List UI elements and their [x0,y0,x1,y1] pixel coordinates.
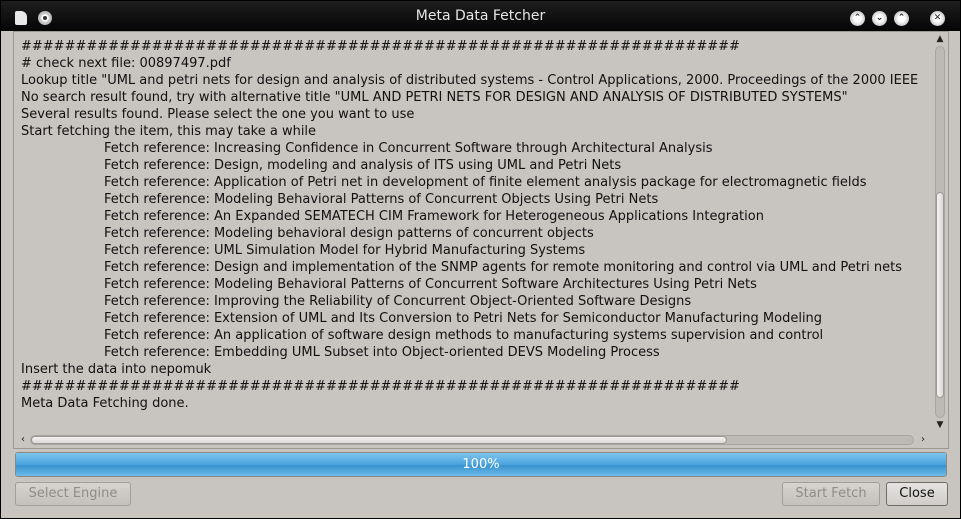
log-line: Fetch reference: Modeling behavioral des… [104,226,594,241]
start-fetch-button[interactable]: Start Fetch [782,482,880,506]
horizontal-scrollbar[interactable]: ‹ › [14,432,932,448]
log-text-area[interactable]: ########################################… [21,32,929,431]
close-icon[interactable]: ✕ [930,11,945,26]
log-line: Fetch reference: Application of Petri ne… [104,175,867,190]
scroll-up-icon[interactable]: ▲ [932,32,948,46]
vertical-scrollbar[interactable]: ▲ ▼ [932,32,948,434]
log-line: Fetch reference: Modeling Behavioral Pat… [104,192,659,207]
log-line: # check next file: 00897497.pdf [21,56,231,71]
log-line: Fetch reference: Increasing Confidence i… [104,141,713,156]
horizontal-scroll-thumb[interactable] [31,436,727,444]
scroll-right-icon[interactable]: › [916,432,930,448]
maximize-icon[interactable]: ⌃ [894,11,909,26]
log-line: Fetch reference: Extension of UML and It… [104,311,823,326]
log-line: Start fetching the item, this may take a… [21,124,317,139]
scroll-down-icon[interactable]: ▼ [932,418,948,432]
log-line: Fetch reference: Improving the Reliabili… [104,294,692,309]
log-line: Fetch reference: Design and implementati… [104,260,903,275]
select-engine-button[interactable]: Select Engine [15,482,131,506]
close-button[interactable]: Close [886,482,948,506]
title-bar[interactable]: Meta Data Fetcher ⌃ ⌄ ⌃ ✕ [1,1,960,31]
log-line: Fetch reference: Modeling Behavioral Pat… [104,277,757,292]
window-title: Meta Data Fetcher [415,8,546,24]
log-output[interactable]: ########################################… [13,31,949,449]
log-line: Fetch reference: Design, modeling and an… [104,158,622,173]
log-line: Fetch reference: An application of softw… [104,328,824,343]
log-line: No search result found, try with alterna… [21,90,848,105]
log-line: Fetch reference: UML Simulation Model fo… [104,243,586,258]
keep-above-icon[interactable]: ⌃ [850,11,865,26]
vertical-scroll-thumb[interactable] [936,192,944,398]
log-line: Several results found. Please select the… [21,107,415,122]
fetch-progress-bar: 100% [15,452,947,477]
log-line: Fetch reference: An Expanded SEMATECH CI… [104,209,764,224]
meta-data-fetcher-window: Meta Data Fetcher ⌃ ⌄ ⌃ ✕ ##############… [0,0,961,519]
log-line: Fetch reference: Embedding UML Subset in… [104,345,660,360]
scroll-left-icon[interactable]: ‹ [16,432,30,448]
progress-label: 100% [462,457,500,472]
log-line: Insert the data into nepomuk [21,362,212,377]
log-line: ########################################… [21,39,740,54]
log-line: Meta Data Fetching done. [21,396,189,411]
log-line: ########################################… [21,379,740,394]
log-line: Lookup title "UML and petri nets for des… [21,73,919,88]
minimize-icon[interactable]: ⌄ [872,11,887,26]
